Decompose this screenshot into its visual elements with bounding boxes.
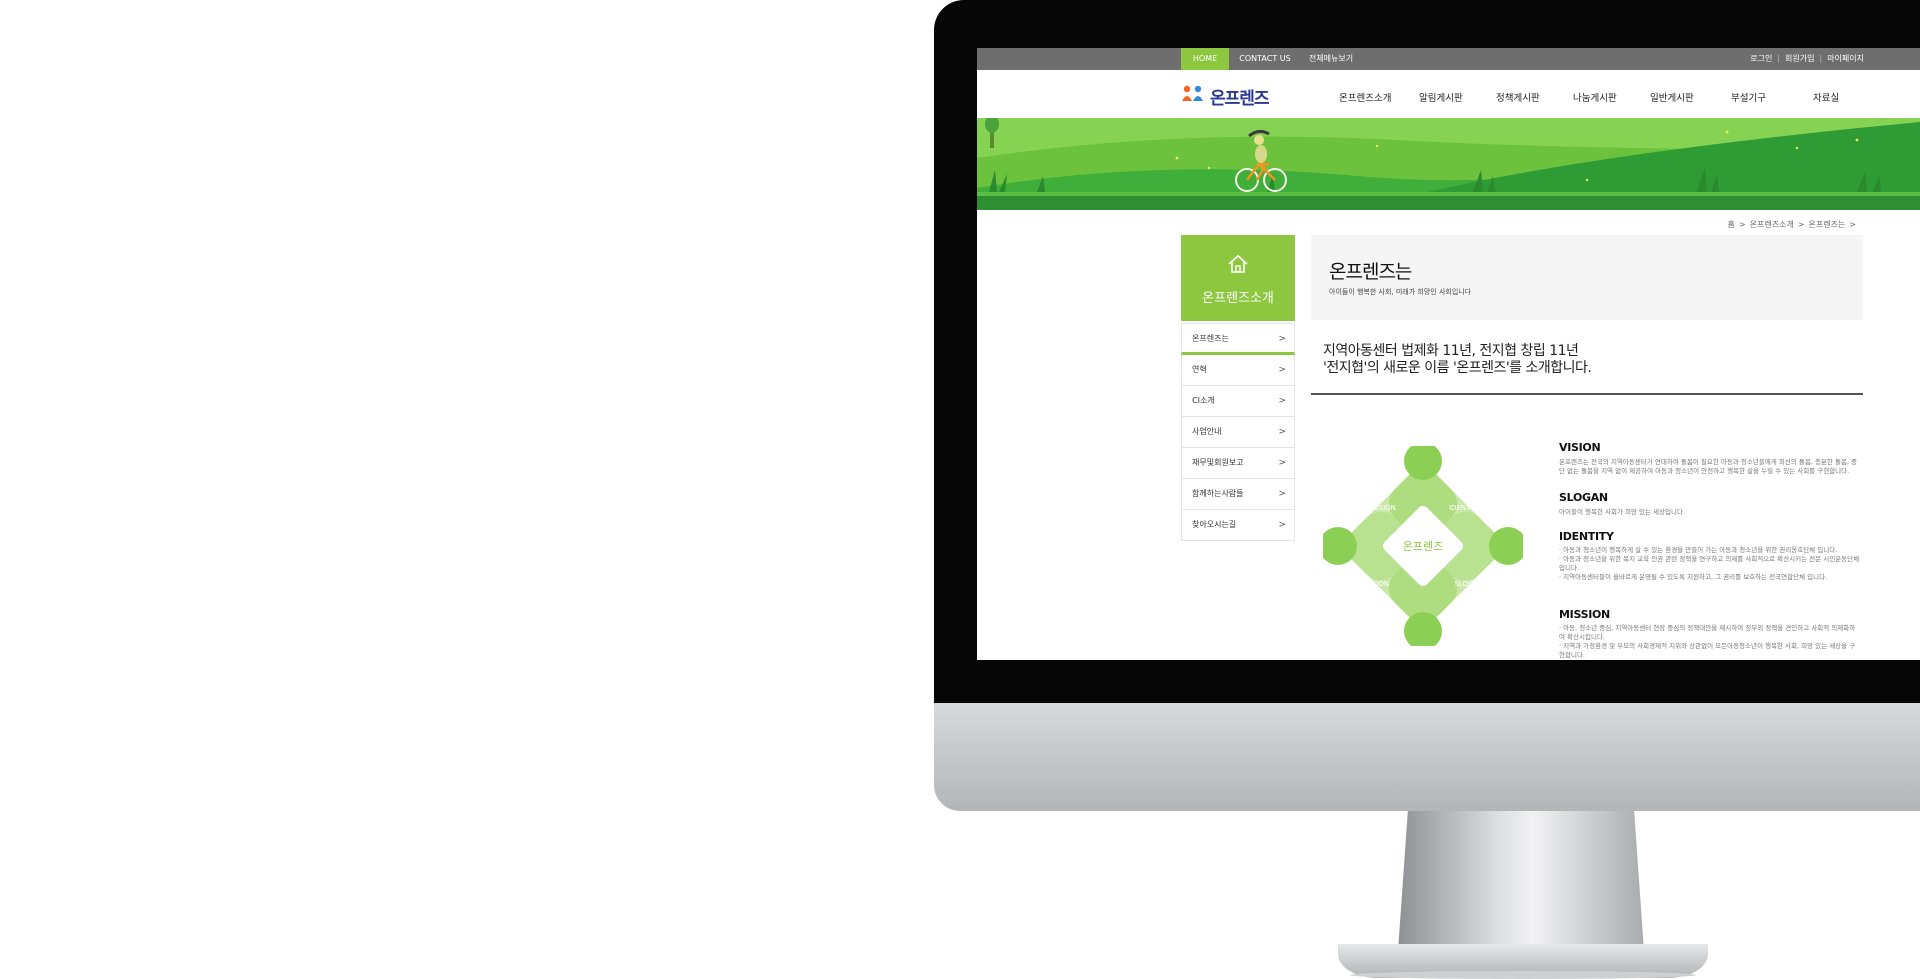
gnb-item-intro[interactable]: 온프렌즈소개 <box>1339 90 1391 108</box>
home-icon <box>1228 254 1248 273</box>
lnb-item-ci[interactable]: CI소개 > <box>1181 386 1295 417</box>
gnb-item-general[interactable]: 일반게시판 <box>1650 90 1694 108</box>
chevron-right-icon: > <box>1278 427 1286 437</box>
diagram-slogan-label: SLOGAN <box>1454 580 1483 588</box>
hero-banner <box>977 118 1920 210</box>
identity-item: · 지역아동센터들이 올바르게 운영될 수 있도록 지원하고, 그 권리를 보호… <box>1559 573 1828 581</box>
chevron-right-icon: > <box>1278 365 1286 375</box>
page-title: 온프렌즈는 <box>1329 261 1412 283</box>
separator: | <box>1819 54 1823 63</box>
lnb-item-label: 연혁 <box>1192 365 1207 374</box>
lnb-item-label: 사업안내 <box>1192 427 1222 436</box>
identity-item: · 아동과 청소년을 위한 복지 교육 인권 관련 정책을 연구하고 의제를 사… <box>1559 555 1860 572</box>
lnb-item-label: 찾아오시는길 <box>1192 520 1237 529</box>
lnb-title: 온프렌즈소개 <box>1202 291 1274 306</box>
lnb-item-label: 함께하는사람들 <box>1192 489 1244 498</box>
lnb-item-location[interactable]: 찾아오시는길 > <box>1181 510 1295 541</box>
top-utility-bar: HOME CONTACT US 전체메뉴보기 로그인 | 회원가입 | 마이페이지 <box>977 48 1920 70</box>
diamond-diagram: 온프렌즈 MISSION IDENTITY VISION SLOGAN <box>1319 442 1527 650</box>
meadow-illustration <box>977 118 1920 210</box>
identity-item: · 아동과 청소년이 행복하게 살 수 있는 환경을 만들어 가는 아동과 청소… <box>1559 546 1838 554</box>
lnb-item-about[interactable]: 온프렌즈는 > <box>1181 323 1295 355</box>
lnb-item-finance[interactable]: 재무및회원보고 > <box>1181 448 1295 479</box>
slogan-text: 아이들이 행복한 사회가 희망 있는 세상입니다. <box>1559 508 1686 516</box>
identity-list: · 아동과 청소년이 행복하게 살 수 있는 환경을 만들어 가는 아동과 청소… <box>1559 546 1861 582</box>
lead-line-2: '전지협'의 새로운 이름 '온프렌즈'를 소개합니다. <box>1323 360 1592 376</box>
gnb-item-notice[interactable]: 알림게시판 <box>1419 90 1463 108</box>
chevron-right-icon: > <box>1278 396 1286 406</box>
gnb-item-share[interactable]: 나눔게시판 <box>1573 90 1617 108</box>
lnb-item-people[interactable]: 함께하는사람들 > <box>1181 479 1295 510</box>
tab-contact-us[interactable]: CONTACT US <box>1233 48 1297 70</box>
lnb-header: 온프렌즈소개 <box>1181 235 1295 321</box>
diagram-vision-label: VISION <box>1365 580 1389 588</box>
mission-item: · 아동, 청소년 중심, 지역아동센터 현장 중심의 정책대안을 제시하여 정… <box>1559 624 1856 641</box>
lead-line-1: 지역아동센터 법제화 11년, 전지협 창립 11년 <box>1323 343 1579 359</box>
mission-item: · 지역과 가정환경 및 부모의 사회경제적 지위와 상관없이 모든아동청소년이… <box>1559 642 1856 659</box>
diagram-mission-label: MISSION <box>1366 504 1396 512</box>
gnb-item-policy[interactable]: 정책게시판 <box>1496 90 1540 108</box>
lnb-item-label: 온프렌즈는 <box>1192 334 1229 343</box>
lnb-menu: 온프렌즈는 > 연혁 > CI소개 > 사업안내 > 재무및회원보고 > 함께하는사람들 >… <box>1181 323 1295 541</box>
gnb-item-archive[interactable]: 자료실 <box>1813 90 1839 108</box>
monitor-shadow <box>1350 971 1696 979</box>
breadcrumb-level2[interactable]: 온프렌즈는 <box>1808 220 1845 229</box>
vision-text: 온프렌즈는 전국의 지역아동센터가 연대하여 돌봄이 필요한 아동과 청소년들에… <box>1559 458 1858 475</box>
diagram-center-label: 온프렌즈 <box>1403 540 1443 553</box>
chevron-right-icon: > <box>1797 220 1805 229</box>
tab-home[interactable]: HOME <box>1181 48 1229 70</box>
tab-sitemap[interactable]: 전체메뉴보기 <box>1301 48 1361 70</box>
monitor-screen: HOME CONTACT US 전체메뉴보기 로그인 | 회원가입 | 마이페이지 . … <box>977 48 1920 660</box>
slogan-heading: SLOGAN <box>1559 491 1608 504</box>
divider <box>1311 393 1863 395</box>
ci-diagram: 온프렌즈 MISSION IDENTITY VISION SLOGAN <box>1319 442 1527 650</box>
page-subtitle: 아이들이 행복한 사회, 미래가 희망인 사회입니다 <box>1329 288 1472 296</box>
lnb-item-business[interactable]: 사업안내 > <box>1181 417 1295 448</box>
breadcrumb-home[interactable]: 홈 <box>1728 220 1735 229</box>
mission-list: · 아동, 청소년 중심, 지역아동센터 현장 중심의 정책대안을 제시하여 정… <box>1559 624 1861 660</box>
site-header: . 온프렌즈 온프렌즈소개 알림게시판 정책게시판 나눔게시판 일반게시판 부설… <box>977 70 1920 118</box>
join-link[interactable]: 회원가입 <box>1785 54 1814 63</box>
lead-text: 지역아동센터 법제화 11년, 전지협 창립 11년 '전지협'의 새로운 이름… <box>1323 343 1592 377</box>
lnb-item-label: CI소개 <box>1192 396 1215 405</box>
lnb-item-label: 재무및회원보고 <box>1192 458 1244 467</box>
vision-heading: VISION <box>1559 441 1601 454</box>
chevron-right-icon: > <box>1278 334 1286 344</box>
login-link[interactable]: 로그인 <box>1750 54 1772 63</box>
utility-links: 로그인 | 회원가입 | 마이페이지 <box>1750 48 1864 70</box>
monitor-chin <box>934 703 1920 811</box>
identity-heading: IDENTITY <box>1559 530 1614 543</box>
breadcrumb-level1[interactable]: 온프렌즈소개 <box>1750 220 1794 229</box>
separator: | <box>1777 54 1781 63</box>
chevron-right-icon: > <box>1278 520 1286 530</box>
chevron-right-icon: > <box>1278 489 1286 499</box>
diagram-identity-label: IDENTITY <box>1449 504 1482 512</box>
monitor-stand-neck <box>1398 811 1644 951</box>
chevron-right-icon: > <box>1738 220 1746 229</box>
chevron-right-icon: > <box>1278 458 1286 468</box>
chevron-right-icon: > <box>1849 220 1856 229</box>
logo-text[interactable]: 온프렌즈 <box>1210 84 1270 109</box>
breadcrumb: 홈 > 온프렌즈소개 > 온프렌즈는 > <box>1728 219 1860 230</box>
content-title-box: 온프렌즈는 아이들이 행복한 사회, 미래가 희망인 사회입니다 <box>1311 235 1863 320</box>
gnb-item-affiliate[interactable]: 부설기구 <box>1731 90 1766 108</box>
mypage-link[interactable]: 마이페이지 <box>1827 54 1864 63</box>
svg-text:.: . <box>1186 83 1187 87</box>
mission-heading: MISSION <box>1559 608 1610 621</box>
lnb-item-history[interactable]: 연혁 > <box>1181 355 1295 386</box>
